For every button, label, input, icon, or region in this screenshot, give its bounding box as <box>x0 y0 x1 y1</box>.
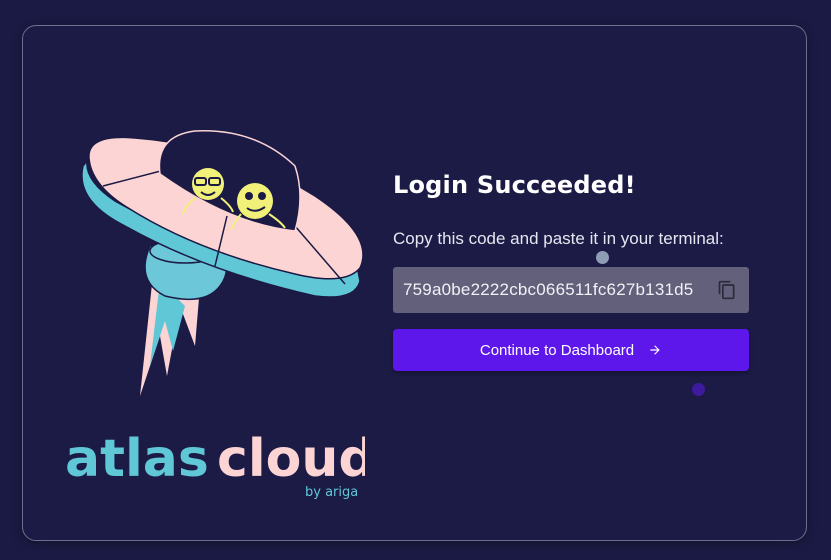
continue-button-label: Continue to Dashboard <box>479 341 635 359</box>
continue-to-dashboard-button[interactable]: Continue to Dashboard <box>393 329 749 371</box>
brand-logo: atlas cloud by ariga <box>45 426 376 526</box>
login-card: atlas cloud by ariga Login Succeeded! Co… <box>22 25 807 541</box>
page-title: Login Succeeded! <box>393 171 636 199</box>
copy-button[interactable] <box>715 277 739 303</box>
svg-text:cloud: cloud <box>217 429 365 489</box>
cursor-dot-secondary <box>692 383 705 396</box>
svg-text:atlas: atlas <box>65 429 209 489</box>
copy-icon <box>718 280 735 300</box>
svg-text:by ariga: by ariga <box>305 485 358 500</box>
code-field[interactable]: 759a0be2222cbc066511fc627b131d5 <box>393 267 749 313</box>
ufo-illustration <box>81 130 364 396</box>
code-value[interactable]: 759a0be2222cbc066511fc627b131d5 <box>403 280 715 300</box>
arrow-right-icon <box>650 345 660 355</box>
instruction-text: Copy this code and paste it in your term… <box>393 229 724 248</box>
login-content: Login Succeeded! Copy this code and past… <box>393 171 753 371</box>
cursor-dot <box>596 251 609 264</box>
